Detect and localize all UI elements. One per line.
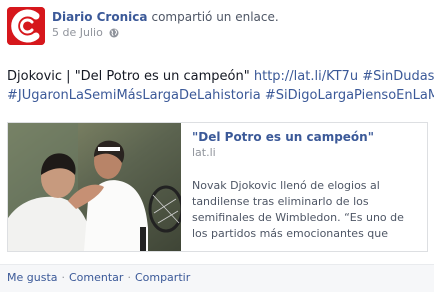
hashtag-link[interactable]: #JUgaronLaSemiMásLargaDeLahistoria (7, 88, 261, 103)
action-separator: · (61, 271, 66, 284)
diario-cronica-logo-icon (7, 7, 45, 45)
link-preview-description: Novak Djokovic llenó de elogios al tandi… (192, 179, 404, 240)
post-url-link[interactable]: http://lat.li/KT7u (254, 69, 358, 84)
link-preview-body: "Del Potro es un campeón" lat.li Novak D… (192, 130, 420, 242)
author-name-link[interactable]: Diario Cronica (52, 10, 147, 24)
post-actions-bar: Me gusta · Comentar · Compartir (0, 264, 434, 292)
post-actions: Me gusta · Comentar · Compartir (7, 271, 190, 284)
like-button[interactable]: Me gusta (7, 271, 58, 284)
link-preview-domain: lat.li (192, 146, 216, 159)
hashtag-link[interactable]: #SiDigoLargaPiensoEnLaMía (265, 88, 434, 103)
author-line: Diario Cronica compartió un enlace. (52, 10, 279, 24)
post-intro-text: Djokovic | "Del Potro es un campeón" (7, 69, 250, 84)
link-preview-title[interactable]: "Del Potro es un campeón" (192, 130, 420, 145)
post-action-text: compartió un enlace. (151, 10, 279, 24)
link-preview-image[interactable] (8, 123, 181, 251)
post-meta: 5 de Julio (52, 26, 119, 39)
comment-button[interactable]: Comentar (69, 271, 123, 284)
link-preview-card[interactable]: "Del Potro es un campeón" lat.li Novak D… (7, 122, 428, 252)
share-button[interactable]: Compartir (135, 271, 190, 284)
globe-icon[interactable] (109, 28, 119, 38)
shared-link-post: Diario Cronica compartió un enlace. 5 de … (0, 0, 434, 292)
hashtag-link[interactable]: #SinDudas (362, 69, 434, 84)
post-message: Djokovic | "Del Potro es un campeón" htt… (7, 67, 434, 105)
post-date[interactable]: 5 de Julio (52, 26, 103, 39)
action-separator: · (127, 271, 131, 284)
page-avatar[interactable] (7, 7, 45, 45)
